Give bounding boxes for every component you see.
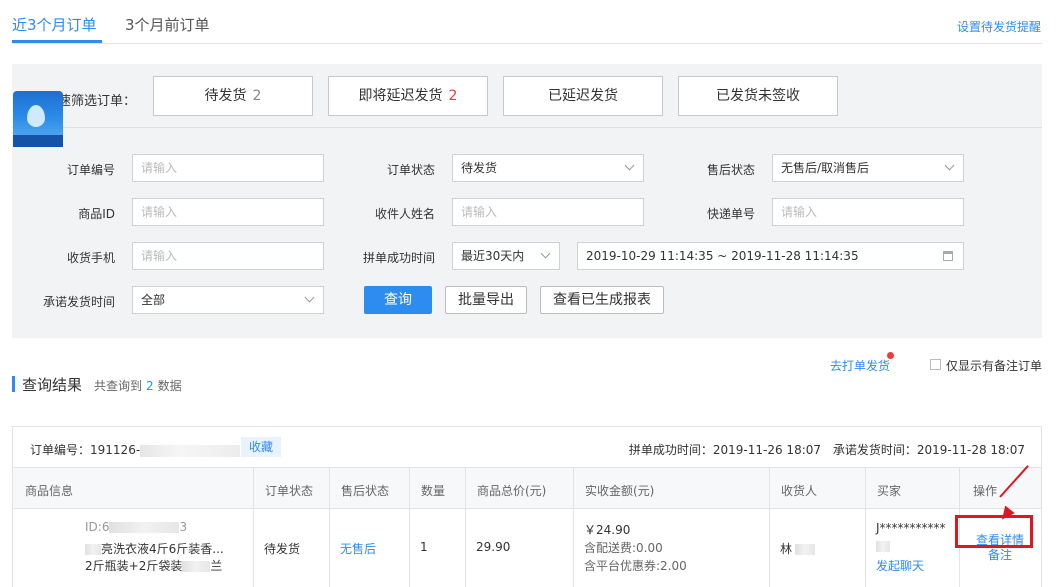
tab-older-than-3-months[interactable]: 3个月前订单 (125, 14, 210, 35)
order-no-input[interactable]: 请输入 (132, 154, 324, 182)
col-product-info: 商品信息 (25, 484, 74, 498)
quick-filter-shipped-unsigned-button[interactable]: 已发货未签收 (678, 76, 838, 116)
tracking-no-label: 快递单号 (706, 207, 755, 221)
coupon-value: 含平台优惠券:2.00 (584, 559, 687, 573)
receiver-value: 林 (780, 540, 816, 557)
highlight-box (955, 515, 1033, 548)
total-price-value: 29.90 (476, 540, 511, 554)
chevron-down-icon (540, 248, 551, 259)
detergent-bottle-icon (27, 105, 45, 127)
buyer-value: J*********** (876, 521, 946, 535)
print-ship-link[interactable]: 去打单发货 (830, 357, 890, 374)
order-status-select[interactable]: 待发货 (452, 154, 644, 182)
results-title: 查询结果 (22, 376, 83, 394)
col-paid-amount: 实收金额(元) (585, 484, 655, 498)
paid-amount-value: ￥24.90 (584, 523, 631, 537)
promised-time-label: 承诺发货时间 (42, 295, 115, 309)
query-button[interactable]: 查询 (364, 286, 432, 314)
col-total-price: 商品总价(元) (477, 484, 547, 498)
col-quantity: 数量 (421, 484, 446, 498)
col-buyer: 买家 (877, 484, 902, 498)
filter-panel: 快速筛选订单： 待发货 2 即将延迟发货 2 已延迟发货 已发货未签收 订单编号 请… (12, 64, 1042, 338)
col-receiver: 收货人 (781, 484, 818, 498)
order-status-value: 待发货 (264, 542, 301, 556)
after-sale-status-select[interactable]: 无售后/取消售后 (772, 154, 964, 182)
only-remarked-label: 仅显示有备注订单 (946, 359, 1043, 373)
product-id: ID:6 3 (85, 520, 188, 534)
quantity-value: 1 (420, 540, 428, 554)
col-after-sale: 售后状态 (341, 484, 390, 498)
product-spec: 2斤瓶装+2斤袋装兰 (85, 559, 223, 573)
col-order-status: 订单状态 (265, 484, 314, 498)
redacted-text (182, 561, 211, 572)
product-id-input[interactable]: 请输入 (132, 198, 324, 226)
redacted-text (85, 544, 101, 555)
promised-time-select[interactable]: 全部 (132, 286, 324, 314)
calendar-icon (943, 251, 953, 261)
receiver-phone-label: 收货手机 (66, 251, 115, 265)
active-tab-indicator (12, 40, 102, 43)
results-accent-bar (12, 376, 15, 392)
receiver-name-input[interactable]: 请输入 (452, 198, 644, 226)
date-range-picker[interactable]: 2019-10-29 11:14:35 ~ 2019-11-28 11:14:3… (577, 242, 964, 270)
order-no-label: 订单编号 (66, 163, 115, 177)
buyer-redacted (876, 539, 890, 553)
redacted-text (795, 544, 816, 555)
chevron-down-icon (624, 160, 635, 171)
group-time-label: 拼单成功时间 (362, 251, 435, 265)
results-count: 共查询到 2 数据 (94, 379, 182, 393)
shipping-fee-value: 含配送费:0.00 (584, 541, 663, 555)
pending-count: 2 (252, 88, 262, 104)
only-remarked-checkbox[interactable] (930, 359, 941, 370)
tracking-no-input[interactable]: 请输入 (772, 198, 964, 226)
product-thumbnail[interactable] (13, 91, 63, 147)
chevron-down-icon (944, 160, 955, 171)
quick-filter-pending-button[interactable]: 待发货 2 (153, 76, 313, 116)
view-reports-button[interactable]: 查看已生成报表 (540, 286, 664, 314)
product-id-label: 商品ID (78, 207, 115, 221)
group-time-select[interactable]: 最近30天内 (452, 242, 560, 270)
order-header: 订单编号：191126-5 收藏 拼单成功时间：2019-11-26 18:07… (13, 427, 1041, 468)
favorite-button[interactable]: 收藏 (241, 437, 281, 457)
order-tabs: 近3个月订单 3个月前订单 (12, 0, 1042, 44)
product-title[interactable]: 亮洗衣液4斤6斤装香... (85, 540, 224, 557)
redacted-text (876, 541, 890, 552)
order-number: 订单编号：191126-5 (30, 441, 248, 458)
receiver-phone-input[interactable]: 请输入 (132, 242, 324, 270)
redacted-text (109, 522, 180, 533)
order-status-label: 订单状态 (386, 163, 435, 177)
soon-late-count: 2 (448, 88, 458, 104)
quick-filter-late-button[interactable]: 已延迟发货 (503, 76, 663, 116)
set-shipping-reminder-link[interactable]: 设置待发货提醒 (957, 18, 1041, 35)
col-actions: 操作 (973, 484, 998, 498)
chevron-down-icon (304, 292, 315, 303)
batch-export-button[interactable]: 批量导出 (445, 286, 527, 314)
notification-dot (887, 352, 894, 359)
order-times: 拼单成功时间：2019-11-26 18:07 承诺发货时间：2019-11-2… (628, 443, 1025, 457)
quick-filter-soon-late-button[interactable]: 即将延迟发货 2 (328, 76, 488, 116)
redacted-text (140, 444, 241, 457)
start-chat-link[interactable]: 发起聊天 (876, 557, 924, 574)
receiver-name-label: 收件人姓名 (374, 207, 435, 221)
after-sale-value[interactable]: 无售后 (340, 540, 376, 557)
table-header: 商品信息 订单状态 售后状态 数量 商品总价(元) 实收金额(元) 收货人 买家… (13, 468, 1041, 509)
quick-filter-row: 快速筛选订单： 待发货 2 即将延迟发货 2 已延迟发货 已发货未签收 (12, 64, 1042, 128)
after-sale-status-label: 售后状态 (706, 163, 755, 177)
tab-recent-3-months[interactable]: 近3个月订单 (12, 14, 97, 35)
remark-link[interactable]: 备注 (988, 546, 1012, 563)
